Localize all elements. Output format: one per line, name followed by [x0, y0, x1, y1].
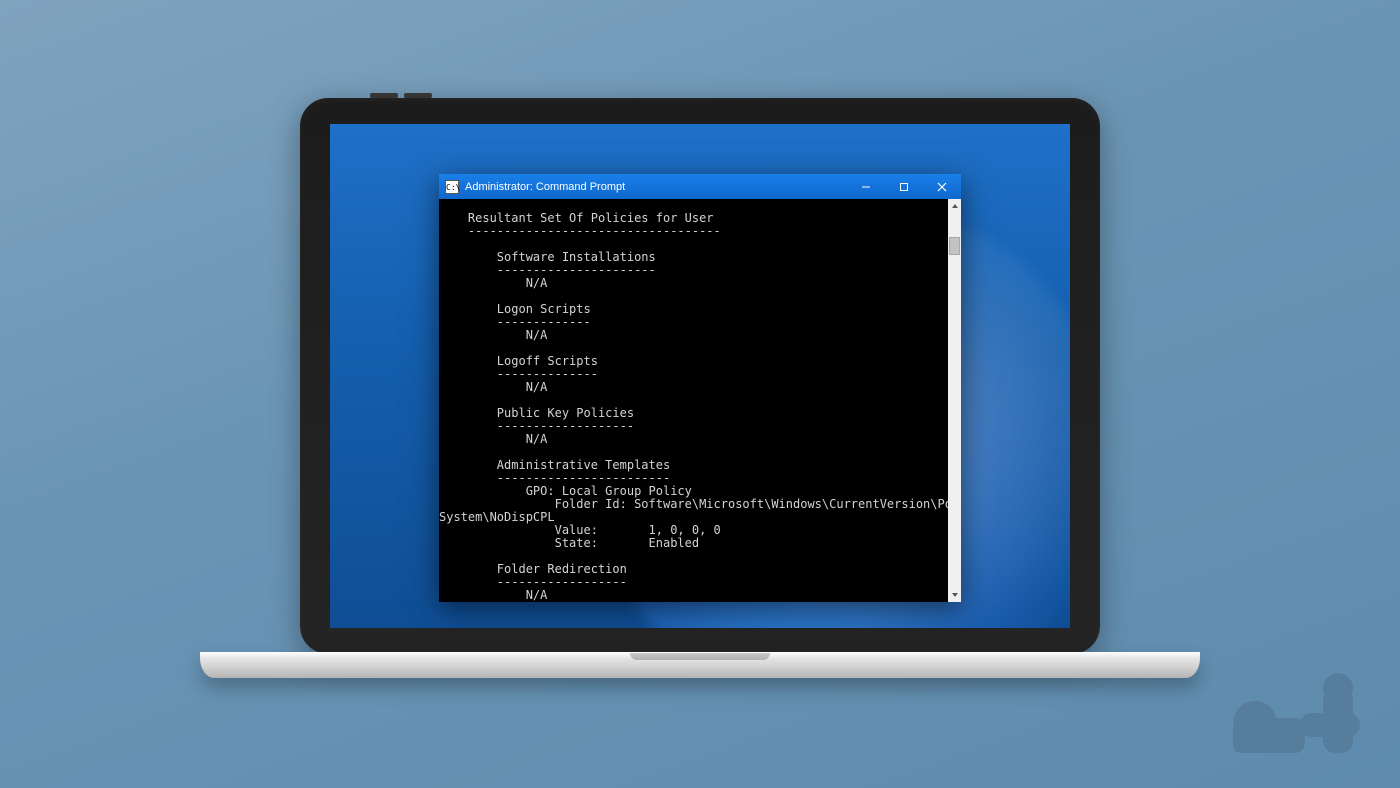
cmd-icon: C:\ — [445, 180, 459, 194]
scrollbar[interactable] — [948, 199, 961, 602]
window-title: Administrator: Command Prompt — [465, 181, 625, 193]
close-button[interactable] — [923, 174, 961, 199]
scrollbar-track[interactable] — [948, 213, 961, 588]
scrollbar-thumb[interactable] — [949, 237, 960, 255]
minimize-button[interactable] — [847, 174, 885, 199]
maximize-button[interactable] — [885, 174, 923, 199]
titlebar[interactable]: C:\ Administrator: Command Prompt — [439, 174, 961, 199]
terminal-body: Resultant Set Of Policies for User -----… — [439, 199, 961, 602]
laptop-base — [200, 652, 1200, 678]
scroll-up-button[interactable] — [948, 199, 961, 213]
gt-watermark-icon — [1230, 668, 1370, 758]
terminal-output[interactable]: Resultant Set Of Policies for User -----… — [439, 199, 948, 602]
scroll-down-button[interactable] — [948, 588, 961, 602]
command-prompt-window: C:\ Administrator: Command Prompt Result… — [439, 174, 961, 600]
